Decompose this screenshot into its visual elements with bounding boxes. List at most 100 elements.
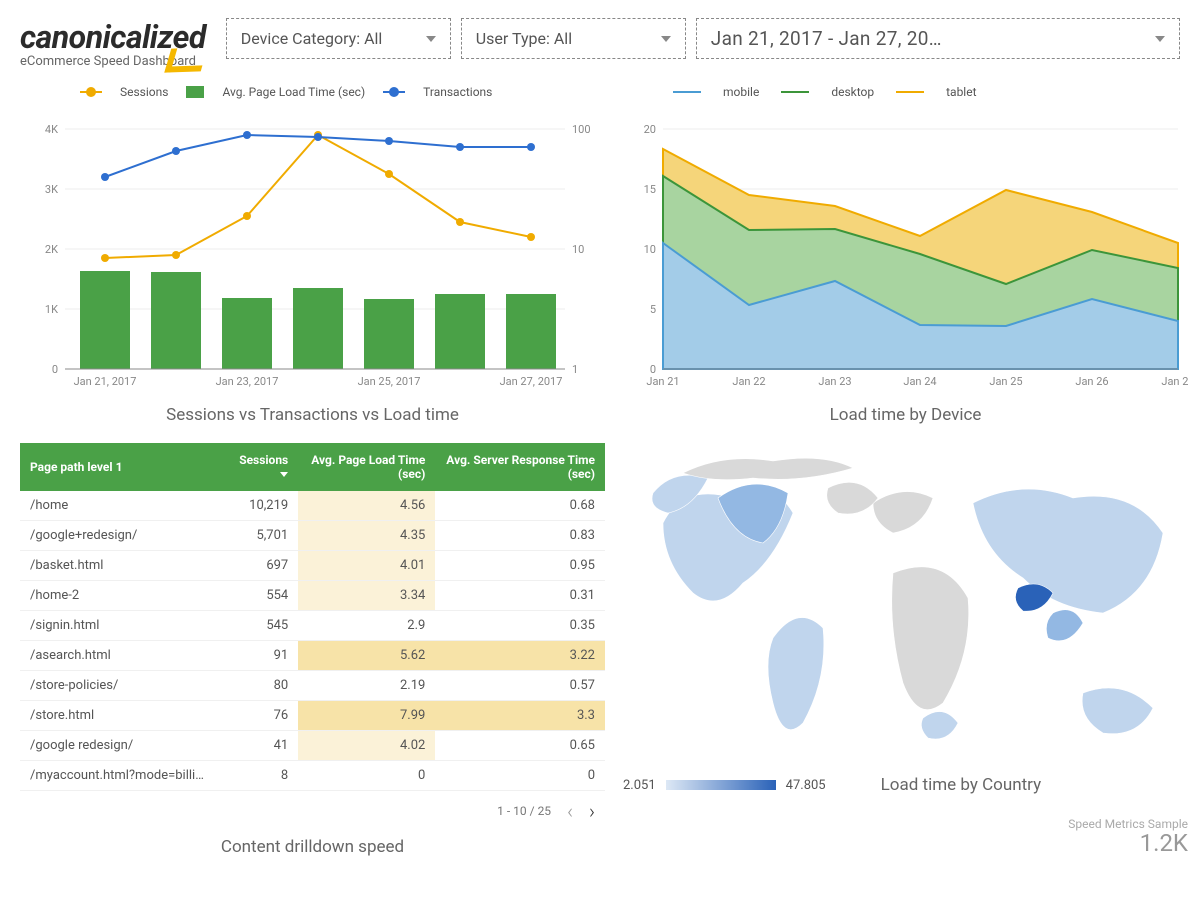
svg-text:2K: 2K [45, 243, 58, 256]
table-row[interactable]: /home-25543.340.31 [20, 581, 605, 611]
chart1-svg: 0 1K 2K 3K 4K 1 10 100 [20, 99, 605, 399]
cell-avg-server: 0.95 [435, 551, 605, 581]
svg-text:Jan 27: Jan 27 [1161, 375, 1188, 388]
pager-next-icon[interactable]: › [589, 799, 595, 823]
svg-text:100: 100 [572, 123, 591, 136]
svg-text:20: 20 [644, 123, 656, 136]
cell-avg-load: 4.35 [298, 521, 435, 551]
cell-sessions: 80 [220, 671, 298, 701]
legend-label-tx: Transactions [423, 85, 492, 99]
th-avg-load[interactable]: Avg. Page Load Time (sec) [298, 443, 435, 491]
cell-avg-load: 5.62 [298, 641, 435, 671]
legend-line-tablet [896, 91, 924, 93]
sort-desc-icon [280, 472, 288, 477]
cell-sessions: 76 [220, 701, 298, 731]
cell-sessions: 697 [220, 551, 298, 581]
cell-avg-load: 4.02 [298, 731, 435, 761]
chart1-title: Sessions vs Transactions vs Load time [20, 405, 605, 425]
svg-text:3K: 3K [45, 183, 58, 196]
color-scale-bar [666, 780, 776, 790]
th-page-path[interactable]: Page path level 1 [20, 443, 220, 491]
svg-text:15: 15 [644, 183, 656, 196]
cell-sessions: 10,219 [220, 491, 298, 521]
cell-avg-server: 3.3 [435, 701, 605, 731]
th-sessions[interactable]: Sessions [220, 443, 298, 491]
cell-avg-load: 4.01 [298, 551, 435, 581]
cell-path: /home-2 [20, 581, 220, 611]
cell-avg-load: 2.9 [298, 611, 435, 641]
legend-line-desktop [781, 91, 809, 93]
cell-path: /home [20, 491, 220, 521]
cell-path: /asearch.html [20, 641, 220, 671]
legend-line-mobile [673, 91, 701, 93]
legend-dot-tx [383, 91, 405, 93]
svg-text:1K: 1K [45, 303, 58, 316]
cell-avg-server: 0.83 [435, 521, 605, 551]
table-title: Content drilldown speed [20, 837, 605, 857]
filter-user-label: User Type: All [476, 29, 572, 48]
cell-avg-load: 4.56 [298, 491, 435, 521]
map-scale-max: 47.805 [786, 778, 826, 793]
filter-user-type[interactable]: User Type: All [461, 18, 686, 59]
cell-path: /myaccount.html?mode=billing… [20, 761, 220, 791]
svg-text:10: 10 [644, 243, 656, 256]
map-title: Load time by Country [881, 775, 1042, 795]
cell-sessions: 41 [220, 731, 298, 761]
table-row[interactable]: /myaccount.html?mode=billing…800 [20, 761, 605, 791]
filter-date-range[interactable]: Jan 21, 2017 - Jan 27, 20… [696, 18, 1180, 59]
table-row[interactable]: /signin.html5452.90.35 [20, 611, 605, 641]
cell-sessions: 554 [220, 581, 298, 611]
table-row[interactable]: /store-policies/802.190.57 [20, 671, 605, 701]
map-scale-min: 2.051 [623, 778, 656, 793]
panel-load-by-device: mobile desktop tablet 0 5 10 15 20 [623, 85, 1188, 429]
svg-text:4K: 4K [45, 123, 58, 136]
filter-device-category[interactable]: Device Category: All [226, 18, 451, 59]
cell-avg-load: 3.34 [298, 581, 435, 611]
svg-text:Jan 25, 2017: Jan 25, 2017 [358, 375, 421, 388]
chevron-down-icon [1155, 36, 1165, 42]
cell-path: /basket.html [20, 551, 220, 581]
filter-device-label: Device Category: All [241, 29, 383, 48]
panel-content-drilldown: Page path level 1 Sessions Avg. Page Loa… [20, 443, 605, 843]
legend-square-avg [186, 86, 204, 98]
cell-avg-load: 7.99 [298, 701, 435, 731]
svg-text:Jan 24: Jan 24 [903, 375, 936, 388]
table-row[interactable]: /asearch.html915.623.22 [20, 641, 605, 671]
filter-date-label: Jan 21, 2017 - Jan 27, 20… [711, 27, 942, 50]
table-row[interactable]: /store.html767.993.3 [20, 701, 605, 731]
table-row[interactable]: /google+redesign/5,7014.350.83 [20, 521, 605, 551]
svg-text:Jan 26: Jan 26 [1075, 375, 1108, 388]
table-row[interactable]: /basket.html6974.010.95 [20, 551, 605, 581]
svg-text:Jan 27, 2017: Jan 27, 2017 [500, 375, 563, 388]
cell-avg-server: 0.57 [435, 671, 605, 701]
cell-avg-load: 2.19 [298, 671, 435, 701]
chevron-down-icon [661, 36, 671, 42]
panel-sessions-vs-transactions: Sessions Avg. Page Load Time (sec) Trans… [20, 85, 605, 429]
cell-sessions: 5,701 [220, 521, 298, 551]
svg-text:Jan 23: Jan 23 [818, 375, 851, 388]
cell-avg-load: 0 [298, 761, 435, 791]
cell-avg-server: 0.31 [435, 581, 605, 611]
th-avg-server[interactable]: Avg. Server Response Time (sec) [435, 443, 605, 491]
panel-load-by-country: 2.051 47.805 Load time by Country Speed … [623, 443, 1188, 843]
cell-sessions: 8 [220, 761, 298, 791]
pager-prev-icon[interactable]: ‹ [567, 799, 573, 823]
sample-value: 1.2K [1068, 831, 1188, 855]
cell-sessions: 545 [220, 611, 298, 641]
drilldown-table: Page path level 1 Sessions Avg. Page Loa… [20, 443, 605, 791]
cell-path: /google redesign/ [20, 731, 220, 761]
svg-text:10: 10 [572, 243, 584, 256]
chevron-down-icon [426, 36, 436, 42]
cell-path: /store.html [20, 701, 220, 731]
chart1-bars [80, 271, 556, 369]
svg-text:Jan 21, 2017: Jan 21, 2017 [74, 375, 137, 388]
svg-text:Jan 25: Jan 25 [989, 375, 1022, 388]
table-row[interactable]: /home10,2194.560.68 [20, 491, 605, 521]
cell-path: /store-policies/ [20, 671, 220, 701]
table-row[interactable]: /google redesign/414.020.65 [20, 731, 605, 761]
cell-avg-server: 0.68 [435, 491, 605, 521]
cell-avg-server: 0 [435, 761, 605, 791]
world-map [623, 443, 1188, 773]
cell-avg-server: 3.22 [435, 641, 605, 671]
sample-metrics-block: Speed Metrics Sample 1.2K [1068, 817, 1188, 855]
